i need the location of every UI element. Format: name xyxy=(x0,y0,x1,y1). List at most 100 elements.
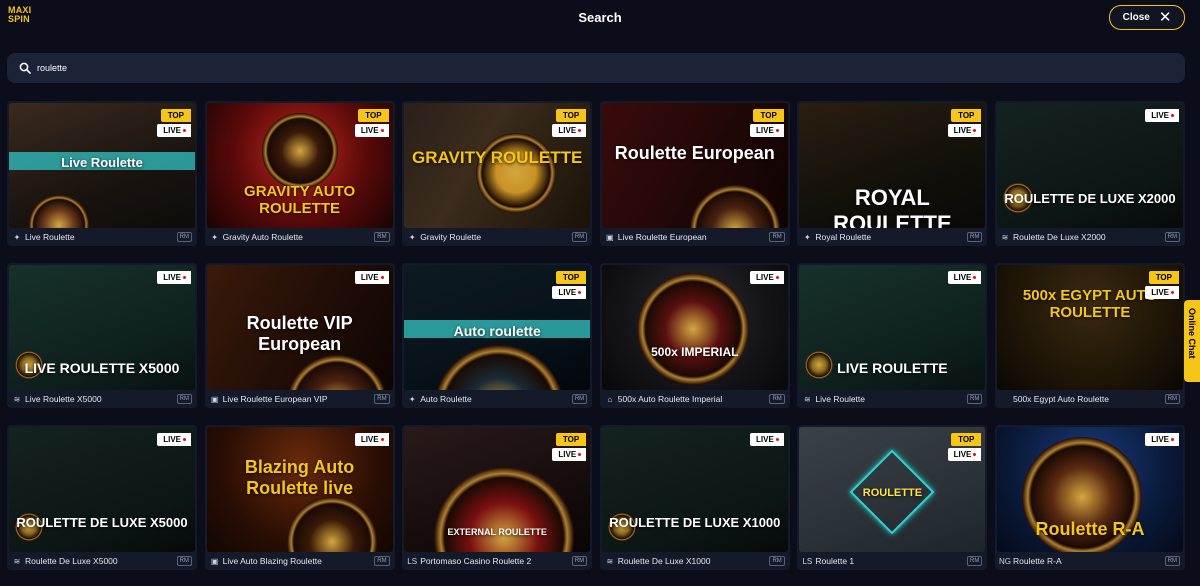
game-name[interactable]: Roulette De Luxe X2000 xyxy=(1013,232,1165,242)
rm-tag: RM xyxy=(374,232,390,242)
game-card[interactable]: GRAVITY ROULETTE TOP LIVE ✦ Gravity Roulette… xyxy=(402,101,593,246)
game-card[interactable]: Live Roulette TOP LIVE ✦ Live Roulette RM xyxy=(7,101,197,246)
game-card[interactable]: Auto roulette TOP LIVE ✦ Auto Roulette RM xyxy=(402,263,593,408)
live-dot-icon xyxy=(380,276,384,279)
live-dot-icon xyxy=(183,129,186,132)
game-meta: ≋ Roulette De Luxe X2000 RM xyxy=(1000,231,1180,243)
game-card[interactable]: Roulette VIP European LIVE ▣ Live Roulette … xyxy=(204,263,395,408)
game-name[interactable]: 500x Egypt Auto Roulette xyxy=(1013,394,1165,404)
game-meta: LS Roulette 1 RM xyxy=(802,555,983,567)
badge-stack: TOP LIVE xyxy=(552,433,587,461)
badge-stack: LIVE xyxy=(750,271,784,284)
game-thumbnail[interactable]: Auto roulette TOP LIVE xyxy=(404,265,591,390)
game-card[interactable]: ROYAL ROULETTE TOP LIVE ✦ Royal Roulette RM xyxy=(797,101,988,246)
game-card[interactable]: 500x IMPERIAL LIVE ⌂ 500x Auto Roulette Imp… xyxy=(599,263,790,408)
game-card[interactable]: ROULETTE TOP LIVE LS Roulette 1 RM xyxy=(797,425,988,570)
game-thumbnail[interactable]: Roulette VIP European LIVE xyxy=(206,265,393,390)
game-name[interactable]: Live Roulette xyxy=(25,232,177,242)
live-dot-icon xyxy=(380,438,384,441)
game-thumbnail[interactable]: 500x EGYPT AUTO ROULETTE TOP LIVE xyxy=(997,265,1183,390)
live-badge: LIVE xyxy=(157,433,191,446)
game-name[interactable]: Auto Roulette xyxy=(420,394,572,404)
game-card[interactable]: EXTERNAL ROULETTE TOP LIVE LS Portomaso Casi… xyxy=(402,425,593,570)
game-thumbnail[interactable]: ROULETTE DE LUXE X5000 LIVE xyxy=(9,427,195,552)
game-card[interactable]: GRAVITY AUTO ROULETTE TOP LIVE ✦ Gravity Aut… xyxy=(204,101,395,246)
game-meta: ≋ Live Roulette X5000 RM xyxy=(12,393,192,405)
thumbnail-title: ROYAL ROULETTE xyxy=(833,185,952,228)
game-name[interactable]: Roulette 1 xyxy=(815,556,967,566)
game-thumbnail[interactable]: GRAVITY ROULETTE TOP LIVE xyxy=(404,103,591,228)
live-badge-label: LIVE xyxy=(953,126,972,135)
live-badge: LIVE xyxy=(354,271,389,284)
live-dot-icon xyxy=(973,276,977,279)
live-badge-label: LIVE xyxy=(756,435,774,444)
game-card[interactable]: Roulette R-A LIVE NG Roulette R-A RM xyxy=(995,425,1185,570)
top-badge: TOP xyxy=(555,109,587,122)
game-thumbnail[interactable]: EXTERNAL ROULETTE TOP LIVE xyxy=(404,427,591,552)
game-card[interactable]: ROULETTE DE LUXE X2000 LIVE ≋ Roulette De L… xyxy=(995,101,1185,246)
game-meta: ≋ Roulette De Luxe X1000 RM xyxy=(605,555,785,567)
game-name[interactable]: Live Roulette X5000 xyxy=(25,394,177,404)
game-thumbnail[interactable]: ROULETTE DE LUXE X1000 LIVE xyxy=(601,427,788,552)
game-thumbnail[interactable]: LIVE ROULETTE LIVE xyxy=(799,265,986,390)
game-card[interactable]: Blazing Auto Roulette live LIVE ▣ Live Auto… xyxy=(204,425,395,570)
live-dot-icon xyxy=(1171,291,1174,294)
live-dot-icon xyxy=(1171,114,1174,117)
badge-stack: TOP LIVE xyxy=(552,271,587,299)
game-name[interactable]: Live Auto Blazing Roulette xyxy=(223,556,375,566)
badge-stack: LIVE xyxy=(354,433,389,446)
game-meta: 500x Egypt Auto Roulette RM xyxy=(1000,393,1180,405)
live-badge-label: LIVE xyxy=(163,435,181,444)
live-dot-icon xyxy=(183,276,186,279)
page-title: Search xyxy=(578,10,622,25)
game-thumbnail[interactable]: Live Roulette TOP LIVE xyxy=(9,103,195,228)
game-name[interactable]: Live Roulette xyxy=(815,394,967,404)
game-thumbnail[interactable]: ROYAL ROULETTE TOP LIVE xyxy=(799,103,986,228)
game-card[interactable]: ROULETTE DE LUXE X1000 LIVE ≋ Roulette De L… xyxy=(599,425,790,570)
game-name[interactable]: Roulette R-A xyxy=(1013,556,1165,566)
close-button[interactable]: Close ✕ xyxy=(1109,5,1185,30)
badge-stack: TOP LIVE xyxy=(157,109,191,137)
game-thumbnail[interactable]: Roulette European TOP LIVE xyxy=(601,103,788,228)
game-name[interactable]: Gravity Auto Roulette xyxy=(223,232,375,242)
live-dot-icon xyxy=(1171,438,1174,441)
game-name[interactable]: Live Roulette European xyxy=(618,232,770,242)
game-card[interactable]: LIVE ROULETTE LIVE ≋ Live Roulette RM xyxy=(797,263,988,408)
search-input[interactable] xyxy=(37,53,1157,83)
live-dot-icon xyxy=(775,129,779,132)
close-label: Close xyxy=(1122,12,1150,23)
online-chat-tab[interactable]: Online Chat xyxy=(1184,300,1200,382)
live-dot-icon xyxy=(578,453,582,456)
game-thumbnail[interactable]: Roulette R-A LIVE xyxy=(997,427,1183,552)
game-thumbnail[interactable]: LIVE ROULETTE X5000 LIVE xyxy=(9,265,195,390)
roulette-wheel-graphic xyxy=(286,497,377,552)
game-name[interactable]: Gravity Roulette xyxy=(420,232,572,242)
game-name[interactable]: Portomaso Casino Roulette 2 xyxy=(420,556,572,566)
live-badge-label: LIVE xyxy=(163,126,181,135)
game-thumbnail[interactable]: ROULETTE TOP LIVE xyxy=(799,427,986,552)
live-badge-label: LIVE xyxy=(756,126,774,135)
game-thumbnail[interactable]: 500x IMPERIAL LIVE xyxy=(601,265,788,390)
game-name[interactable]: Live Roulette European VIP xyxy=(223,394,375,404)
roulette-wheel-graphic xyxy=(261,113,338,189)
rm-tag: RM xyxy=(967,394,983,404)
game-name[interactable]: Roulette De Luxe X1000 xyxy=(618,556,770,566)
game-card[interactable]: LIVE ROULETTE X5000 LIVE ≋ Live Roulette X5… xyxy=(7,263,197,408)
game-card[interactable]: 500x EGYPT AUTO ROULETTE TOP LIVE 500x Egyp… xyxy=(995,263,1185,408)
game-card[interactable]: ROULETTE DE LUXE X5000 LIVE ≋ Roulette De L… xyxy=(7,425,197,570)
game-meta: ✦ Royal Roulette RM xyxy=(802,231,983,243)
live-dot-icon xyxy=(775,438,779,441)
top-badge: TOP xyxy=(951,109,982,122)
badge-stack: LIVE xyxy=(157,271,191,284)
live-badge: LIVE xyxy=(947,448,982,461)
game-thumbnail[interactable]: GRAVITY AUTO ROULETTE TOP LIVE xyxy=(206,103,393,228)
game-thumbnail[interactable]: ROULETTE DE LUXE X2000 LIVE xyxy=(997,103,1183,228)
rm-tag: RM xyxy=(967,232,983,242)
thumbnail-title: Blazing Auto Roulette live xyxy=(244,457,355,498)
game-name[interactable]: 500x Auto Roulette Imperial xyxy=(618,394,770,404)
game-name[interactable]: Roulette De Luxe X5000 xyxy=(25,556,177,566)
game-thumbnail[interactable]: Blazing Auto Roulette live LIVE xyxy=(206,427,393,552)
game-name[interactable]: Royal Roulette xyxy=(815,232,967,242)
game-card[interactable]: Roulette European TOP LIVE ▣ Live Roulette E… xyxy=(599,101,790,246)
game-meta: ✦ Gravity Auto Roulette RM xyxy=(210,231,390,243)
